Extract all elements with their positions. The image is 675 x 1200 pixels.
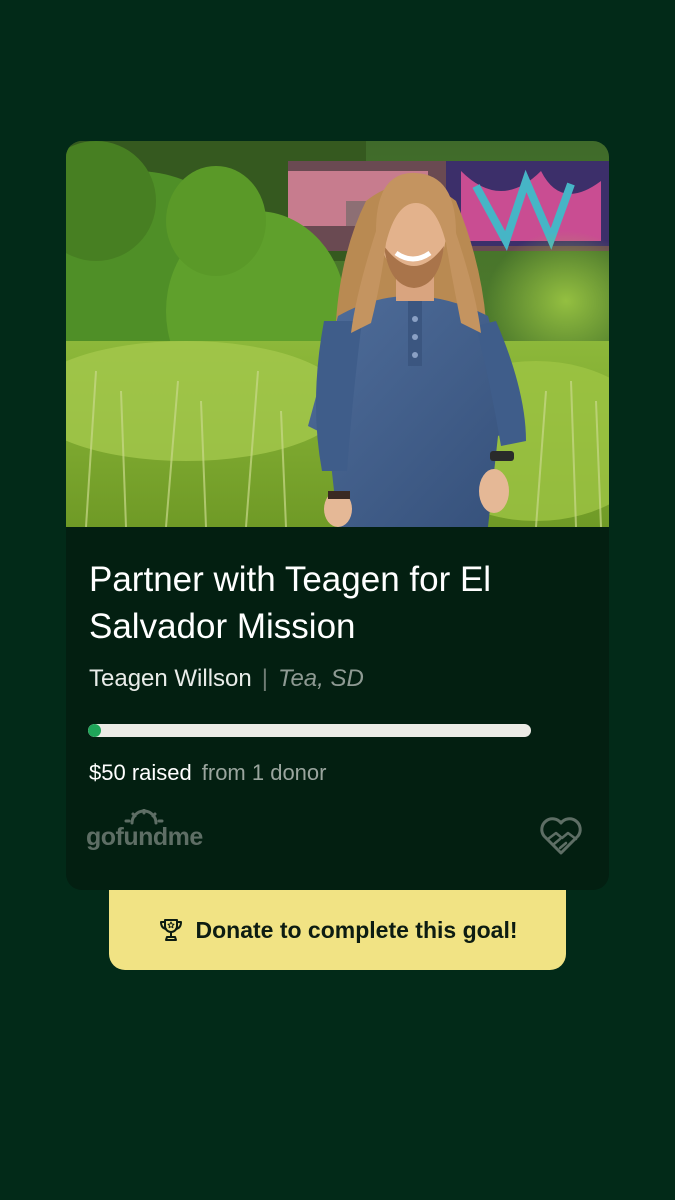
raised-summary: $50 raised from 1 donor: [89, 759, 326, 787]
donate-button[interactable]: Donate to complete this goal!: [109, 890, 566, 970]
progress-bar: [88, 724, 531, 737]
progress-bar-fill: [88, 724, 101, 737]
fundraiser-card[interactable]: Partner with Teagen for El Salvador Miss…: [66, 141, 609, 890]
byline-separator: |: [261, 665, 268, 692]
donate-button-label: Donate to complete this goal!: [195, 916, 518, 943]
organizer-line: Teagen Willson | Tea, SD: [89, 664, 364, 694]
raised-amount: $50 raised: [89, 760, 192, 785]
fundraiser-photo: [66, 141, 609, 527]
logo-wordmark: gofundme: [86, 823, 203, 851]
trophy-icon: [160, 919, 183, 941]
gofundme-logo[interactable]: gofundme: [86, 809, 216, 853]
organizer-location: Tea, SD: [277, 665, 364, 692]
fundraiser-title[interactable]: Partner with Teagen for El Salvador Miss…: [89, 556, 589, 650]
heart-hands-icon: [540, 817, 582, 855]
donor-count: from 1 donor: [201, 760, 327, 785]
organizer-name: Teagen Willson: [89, 665, 252, 692]
